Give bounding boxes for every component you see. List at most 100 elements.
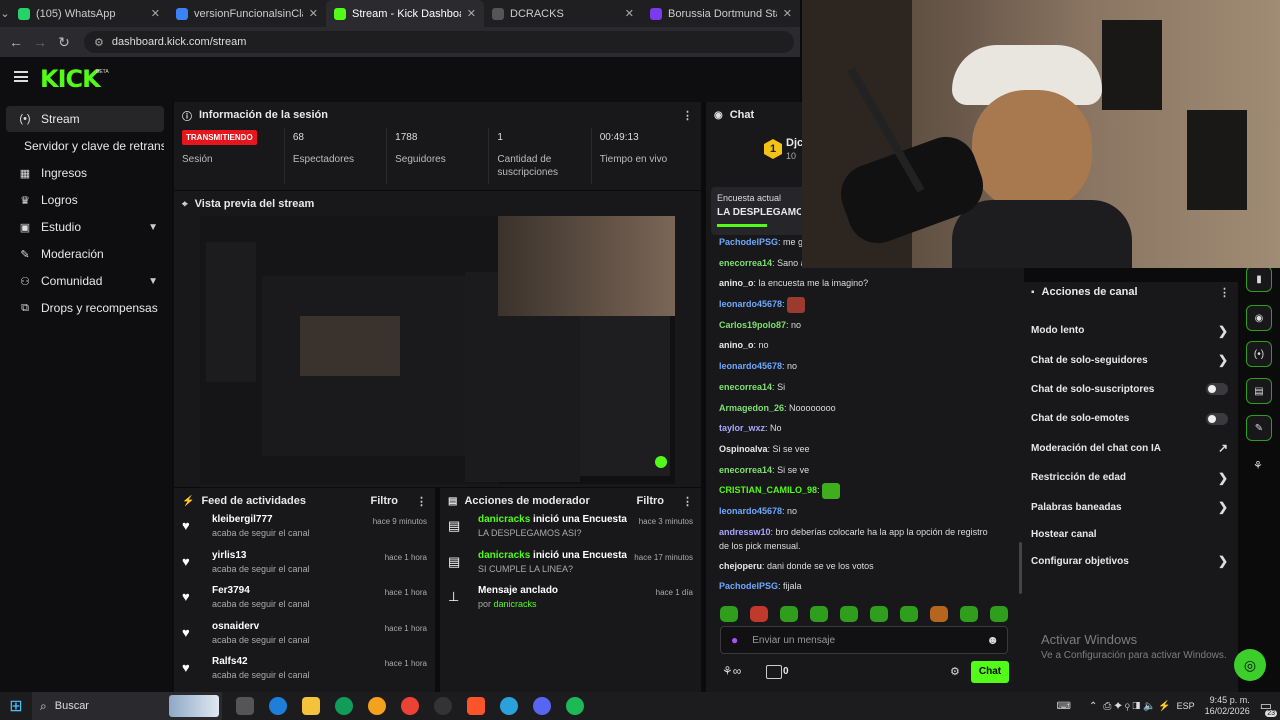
chat-username[interactable]: enecorrea14 — [719, 382, 772, 392]
gift-icon[interactable] — [766, 665, 782, 679]
channel-action-item[interactable]: Hostear canal — [1023, 522, 1238, 547]
channel-action-item[interactable]: Chat de solo-emotes — [1023, 404, 1238, 433]
channel-action-item[interactable]: Palabras baneadas ❯ — [1023, 492, 1238, 521]
channel-action-item[interactable]: Moderación del chat con IA ↗ — [1023, 434, 1238, 463]
current-poll[interactable]: Encuesta actual LA DESPLEGAMO — [711, 187, 807, 235]
sidebar-item-comunidad[interactable]: ⚇ Comunidad ▼ — [6, 268, 164, 294]
sidebar-item-moderacion[interactable]: ✎ Moderación — [6, 241, 164, 267]
spotify-icon[interactable] — [565, 697, 584, 715]
chat-username[interactable]: Carlos19polo87 — [719, 320, 786, 330]
chat-username[interactable]: taylor_wxz — [719, 423, 765, 433]
keyboard-layout-icon[interactable]: ⌨ — [1057, 701, 1071, 712]
kick-logo[interactable]: KICK — [40, 65, 101, 93]
browser-tab[interactable]: versionFuncionalsinClasificacio ✕ — [168, 0, 326, 27]
windows-start-icon[interactable]: ⊞ — [0, 696, 32, 716]
filter-button[interactable]: Filtro — [371, 495, 399, 507]
chat-username[interactable]: PachodelPSG — [719, 581, 778, 591]
channel-action-item[interactable]: Configurar objetivos ❯ — [1023, 547, 1238, 576]
emote-icon[interactable] — [780, 606, 798, 622]
chat-username[interactable]: CRISTIAN_CAMILO_98 — [719, 485, 817, 495]
sidebar-item-drops[interactable]: ⧉ Drops y recompensas — [6, 295, 164, 321]
sidebar-item-ingresos[interactable]: ▦ Ingresos — [6, 160, 164, 186]
chat-username[interactable]: anino_o — [719, 278, 754, 288]
file-explorer-icon[interactable] — [301, 697, 320, 715]
feed-user[interactable]: Fer3794 — [212, 585, 310, 596]
feed-user[interactable]: yirlis13 — [212, 550, 310, 561]
rail-chat-icon[interactable]: ◉ — [1246, 305, 1272, 331]
mod-detail-user[interactable]: danicracks — [494, 599, 537, 609]
browser-tab[interactable]: Borussia Dortmund Stats - Shot ✕ — [642, 0, 800, 27]
reload-icon[interactable]: ↻ — [52, 34, 76, 51]
sidebar-item-logros[interactable]: ♛ Logros — [6, 187, 164, 213]
send-chat-button[interactable]: Chat — [971, 661, 1009, 683]
chat-username[interactable]: Ospinoalva — [719, 444, 768, 454]
browser-tab[interactable]: Stream - Kick Dashboard ✕ — [326, 0, 484, 27]
url-field[interactable]: ⚙ dashboard.kick.com/stream — [84, 31, 794, 53]
tab-close-icon[interactable]: ✕ — [625, 7, 634, 20]
tray-chevron-icon[interactable]: ⌃ — [1089, 701, 1097, 712]
chat-username[interactable]: enecorrea14 — [719, 258, 772, 268]
chat-username[interactable]: leonardo45678 — [719, 299, 782, 309]
browser-tab[interactable]: (105) WhatsApp ✕ — [10, 0, 168, 27]
emote-icon[interactable] — [810, 606, 828, 622]
feed-user[interactable]: osnaiderv — [212, 621, 310, 632]
tab-close-icon[interactable]: ✕ — [467, 7, 476, 20]
brave-icon[interactable] — [466, 697, 485, 715]
chat-input[interactable]: ● Enviar un mensaje ☻ — [720, 626, 1008, 654]
sidebar-item-stream[interactable]: (•) Stream — [6, 106, 164, 132]
chat-username[interactable]: anino_o — [719, 340, 754, 350]
more-options-icon[interactable]: ⋮ — [682, 109, 693, 122]
emote-icon[interactable] — [930, 606, 948, 622]
support-chat-icon[interactable]: ◎ — [1234, 649, 1266, 681]
emote-icon[interactable] — [750, 606, 768, 622]
task-view-icon[interactable] — [235, 697, 254, 715]
sidebar-item-server-key[interactable]: Servidor y clave de retransmi — [6, 133, 164, 159]
toggle-switch[interactable] — [1206, 383, 1228, 396]
chat-scrollbar[interactable] — [1019, 542, 1022, 594]
tray-icons[interactable]: ⎙ ✦ ⚲ ◨ 🔈 ⚡ — [1103, 701, 1170, 712]
rail-community-icon[interactable]: ⚘ — [1253, 459, 1263, 472]
chat-username[interactable]: Armagedon_26 — [719, 403, 784, 413]
rail-notes-icon[interactable]: ▮ — [1246, 266, 1272, 292]
channel-action-item[interactable]: Chat de solo-suscriptores — [1023, 375, 1238, 404]
channel-action-item[interactable]: Modo lento ❯ — [1023, 316, 1238, 345]
emote-icon[interactable] — [900, 606, 918, 622]
edge-dev-icon[interactable] — [334, 697, 353, 715]
chat-username[interactable]: leonardo45678 — [719, 506, 782, 516]
points-icon[interactable]: ⚘∞ — [722, 664, 741, 678]
chrome-icon[interactable] — [400, 697, 419, 715]
emote-icon[interactable] — [990, 606, 1008, 622]
discord-icon[interactable] — [532, 697, 551, 715]
site-settings-icon[interactable]: ⚙ — [94, 36, 104, 49]
forward-icon[interactable]: → — [28, 34, 52, 50]
feed-user[interactable]: Ralfs42 — [212, 656, 310, 667]
stream-preview-video[interactable] — [200, 216, 675, 484]
chat-settings-icon[interactable]: ⚙ — [950, 665, 960, 678]
emote-icon[interactable] — [720, 606, 738, 622]
chat-username[interactable]: chejoperu — [719, 561, 762, 571]
microphone-icon[interactable]: ● — [731, 633, 738, 647]
language-indicator[interactable]: ESP — [1177, 701, 1195, 711]
more-options-icon[interactable]: ⋮ — [1219, 286, 1230, 299]
chat-username[interactable]: andressw10 — [719, 527, 771, 537]
rail-wrench-icon[interactable]: ✎ — [1246, 415, 1272, 441]
tab-search-icon[interactable]: ⌄ — [0, 0, 10, 27]
chat-username[interactable]: leonardo45678 — [719, 361, 782, 371]
rail-broadcast-icon[interactable]: (•) — [1246, 341, 1272, 367]
toggle-switch[interactable] — [1206, 412, 1228, 425]
mod-user[interactable]: danicracks — [478, 550, 530, 561]
edge-icon[interactable] — [268, 697, 287, 715]
github-icon[interactable] — [433, 697, 452, 715]
emote-icon[interactable] — [840, 606, 858, 622]
emote-icon[interactable] — [960, 606, 978, 622]
clock[interactable]: 9:45 p. m. 16/02/2026 — [1205, 695, 1250, 717]
rail-layout-icon[interactable]: ▤ — [1246, 378, 1272, 404]
mod-user[interactable]: danicracks — [478, 514, 530, 525]
tab-close-icon[interactable]: ✕ — [783, 7, 792, 20]
emote-icon[interactable] — [870, 606, 888, 622]
chat-username[interactable]: enecorrea14 — [719, 465, 772, 475]
tab-close-icon[interactable]: ✕ — [151, 7, 160, 20]
feed-user[interactable]: kleibergil777 — [212, 514, 310, 525]
telegram-icon[interactable] — [499, 697, 518, 715]
chat-username[interactable]: PachodelPSG — [719, 237, 778, 247]
